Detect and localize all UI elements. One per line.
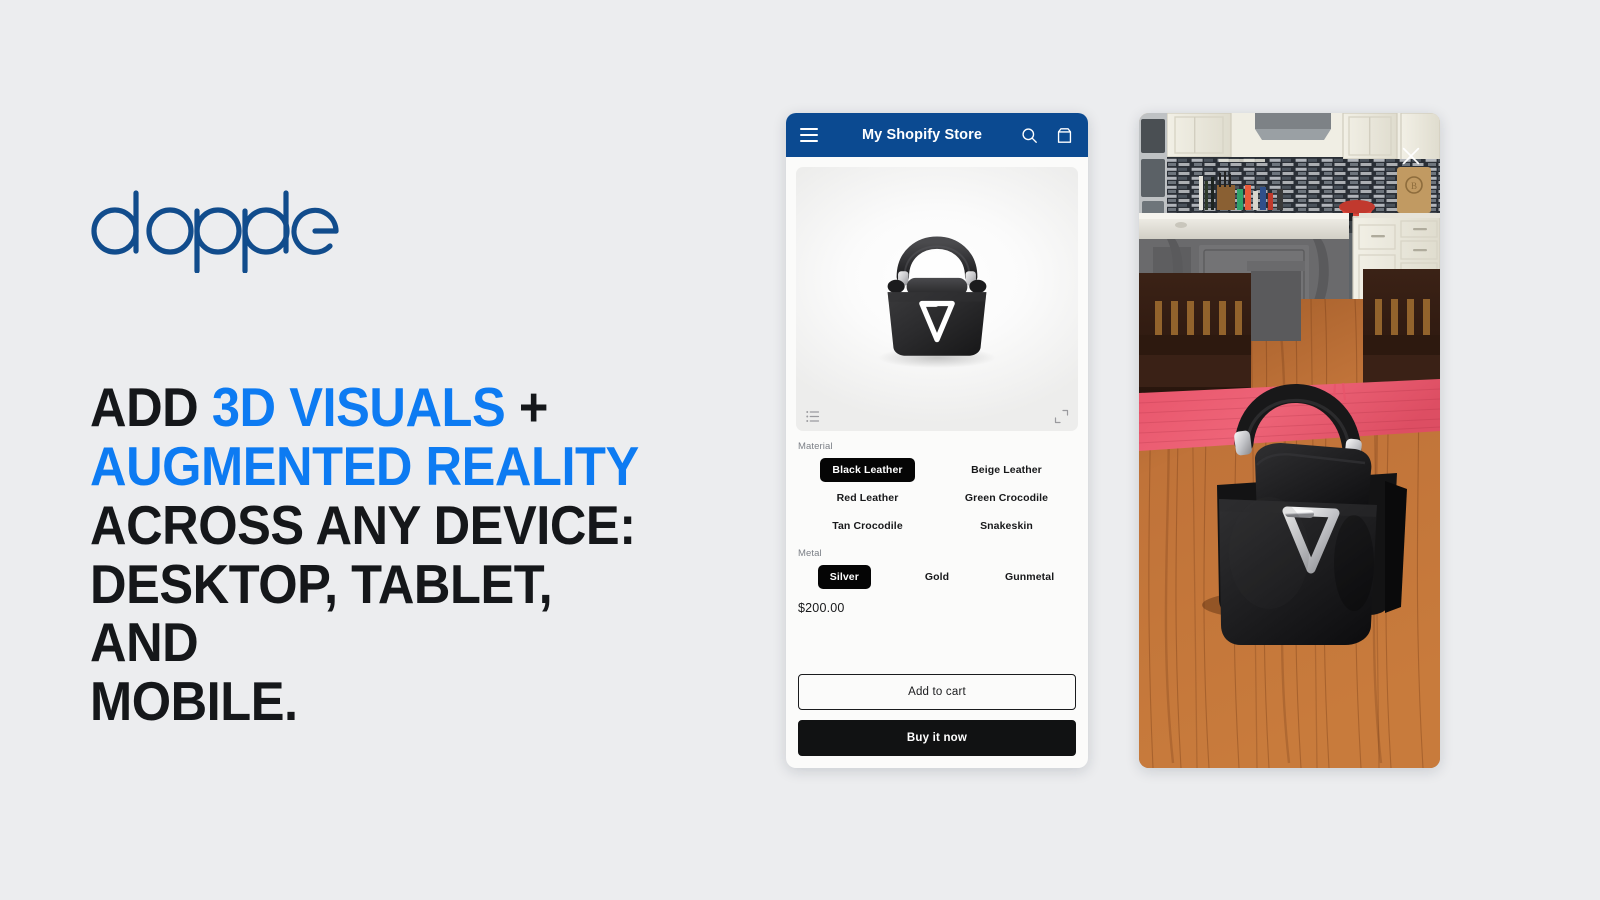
headline-line-3: ACROSS ANY DEVICE:	[90, 493, 636, 556]
option-snakeskin[interactable]: Snakeskin	[968, 514, 1045, 538]
headline-line-2: AUGMENTED REALITY	[90, 434, 639, 497]
option-cell: Silver	[798, 563, 891, 591]
svg-text:B: B	[1411, 181, 1417, 191]
option-silver[interactable]: Silver	[817, 565, 871, 589]
handbag-3d-model	[878, 236, 996, 368]
option-cell: Green Crocodile	[937, 484, 1076, 512]
option-group-metal: Metal Silver Gold Gunmetal	[798, 548, 1076, 591]
close-x-icon[interactable]	[1400, 145, 1422, 167]
header-icon-group	[1020, 126, 1074, 145]
viewer-controls	[805, 409, 1069, 424]
ar-view-panel[interactable]: B	[1139, 113, 1440, 768]
option-cell: Gunmetal	[983, 563, 1076, 591]
option-tan-crocodile[interactable]: Tan Crocodile	[820, 514, 915, 538]
buy-it-now-button[interactable]: Buy it now	[798, 720, 1076, 756]
option-cell: Beige Leather	[937, 456, 1076, 484]
option-label-metal: Metal	[798, 548, 822, 559]
option-group-material: Material Black Leather Beige Leather Red…	[798, 441, 1076, 540]
option-gunmetal[interactable]: Gunmetal	[993, 565, 1066, 589]
option-red-leather[interactable]: Red Leather	[825, 486, 911, 510]
option-label-material: Material	[798, 441, 833, 452]
product-viewer-container	[786, 157, 1088, 431]
product-options: Material Black Leather Beige Leather Red…	[786, 431, 1088, 664]
store-header: My Shopify Store	[786, 113, 1088, 157]
option-cell: Tan Crocodile	[798, 512, 937, 540]
hamburger-icon[interactable]	[800, 128, 818, 142]
headline-accent-3d-visuals: 3D VISUALS	[211, 376, 506, 438]
variants-list-icon[interactable]	[805, 409, 820, 424]
brand-logo	[90, 185, 710, 273]
headline-line-4: DESKTOP, TABLET, AND	[90, 552, 553, 674]
option-black-leather[interactable]: Black Leather	[820, 458, 915, 482]
cart-icon[interactable]	[1055, 126, 1074, 145]
option-cell: Snakeskin	[937, 512, 1076, 540]
option-gold[interactable]: Gold	[913, 565, 961, 589]
fullscreen-expand-icon[interactable]	[1054, 409, 1069, 424]
product-3d-viewer[interactable]	[796, 167, 1078, 431]
dopple-wordmark-icon	[91, 190, 339, 273]
option-values-metal: Silver Gold Gunmetal	[798, 563, 1076, 591]
product-price: $200.00	[798, 601, 845, 615]
headline-text-add: ADD	[90, 376, 212, 438]
option-cell: Black Leather	[798, 456, 937, 484]
marketing-column: ADD 3D VISUALS + AUGMENTED REALITY ACROS…	[90, 185, 710, 731]
search-icon[interactable]	[1020, 126, 1039, 145]
headline-line-5: MOBILE.	[90, 670, 298, 733]
option-green-crocodile[interactable]: Green Crocodile	[953, 486, 1060, 510]
store-title: My Shopify Store	[861, 127, 983, 143]
page-headline: ADD 3D VISUALS + AUGMENTED REALITY ACROS…	[90, 378, 660, 731]
option-cell: Gold	[891, 563, 984, 591]
purchase-buttons: Add to cart Buy it now	[786, 664, 1088, 768]
add-to-cart-button[interactable]: Add to cart	[798, 674, 1076, 710]
option-cell: Red Leather	[798, 484, 937, 512]
headline-text-plus: +	[505, 376, 549, 438]
headline-line-1: ADD 3D VISUALS +	[90, 378, 660, 437]
mobile-store-mockup: My Shopify Store Material Black Leather …	[786, 113, 1088, 768]
ar-camera-scene: B	[1139, 113, 1440, 768]
option-beige-leather[interactable]: Beige Leather	[959, 458, 1054, 482]
option-values-material: Black Leather Beige Leather Red Leather …	[798, 456, 1076, 540]
